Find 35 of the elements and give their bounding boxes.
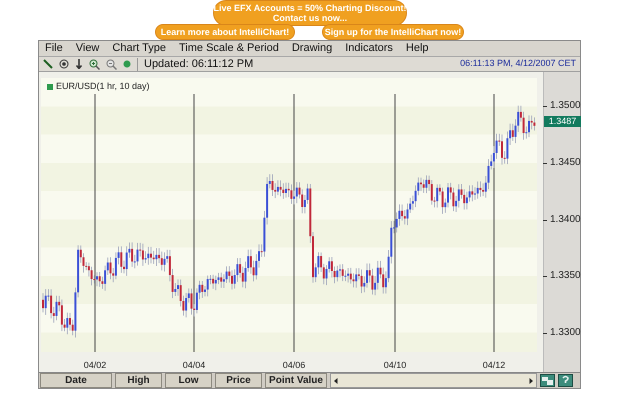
column-button[interactable]: Price (215, 373, 262, 388)
zoom-out-icon[interactable] (106, 58, 117, 70)
status-dot-icon (123, 60, 131, 68)
down-arrow-icon[interactable] (75, 59, 83, 69)
column-button[interactable]: Low (165, 373, 212, 388)
menu-item[interactable]: Indicators (345, 40, 393, 57)
current-price-tag: 1.3487 (544, 116, 581, 127)
windows-icon[interactable] (540, 374, 555, 387)
y-axis-label: 1.3400 (550, 214, 581, 226)
menu-item[interactable]: View (76, 40, 100, 57)
help-icon[interactable] (558, 374, 573, 387)
crosshair-icon[interactable] (59, 59, 69, 69)
menu-item[interactable]: File (45, 40, 63, 57)
menu-item[interactable]: Drawing (292, 40, 332, 57)
y-axis-label: 1.3450 (550, 157, 581, 169)
updated-time: Updated: 06:11:12 PM (144, 56, 254, 72)
horizontal-scrollbar[interactable] (330, 373, 537, 388)
y-axis-label: 1.3500 (550, 100, 581, 112)
clock-time: 06:11:13 PM, 4/12/2007 CET (460, 57, 576, 70)
line-tool-icon[interactable] (43, 59, 53, 69)
menu-item[interactable]: Help (406, 40, 429, 57)
column-button[interactable]: Date (40, 373, 112, 388)
x-axis-label: 04/10 (384, 359, 406, 372)
x-axis-label: 04/02 (84, 359, 106, 372)
column-button[interactable]: Point Value (265, 373, 327, 388)
menu-item[interactable]: Chart Type (112, 40, 166, 57)
x-axis-label: 04/04 (182, 359, 206, 372)
chart-legend: EUR/USD(1 hr, 10 day) (56, 80, 150, 94)
y-axis-label: 1.3300 (550, 327, 581, 339)
x-axis-label: 04/12 (482, 359, 506, 372)
x-axis-label: 04/06 (282, 359, 306, 372)
column-button[interactable]: High (115, 373, 162, 388)
y-axis-label: 1.3350 (550, 270, 581, 282)
zoom-in-icon[interactable] (89, 58, 100, 70)
menu-item[interactable]: Time Scale & Period (179, 40, 279, 57)
